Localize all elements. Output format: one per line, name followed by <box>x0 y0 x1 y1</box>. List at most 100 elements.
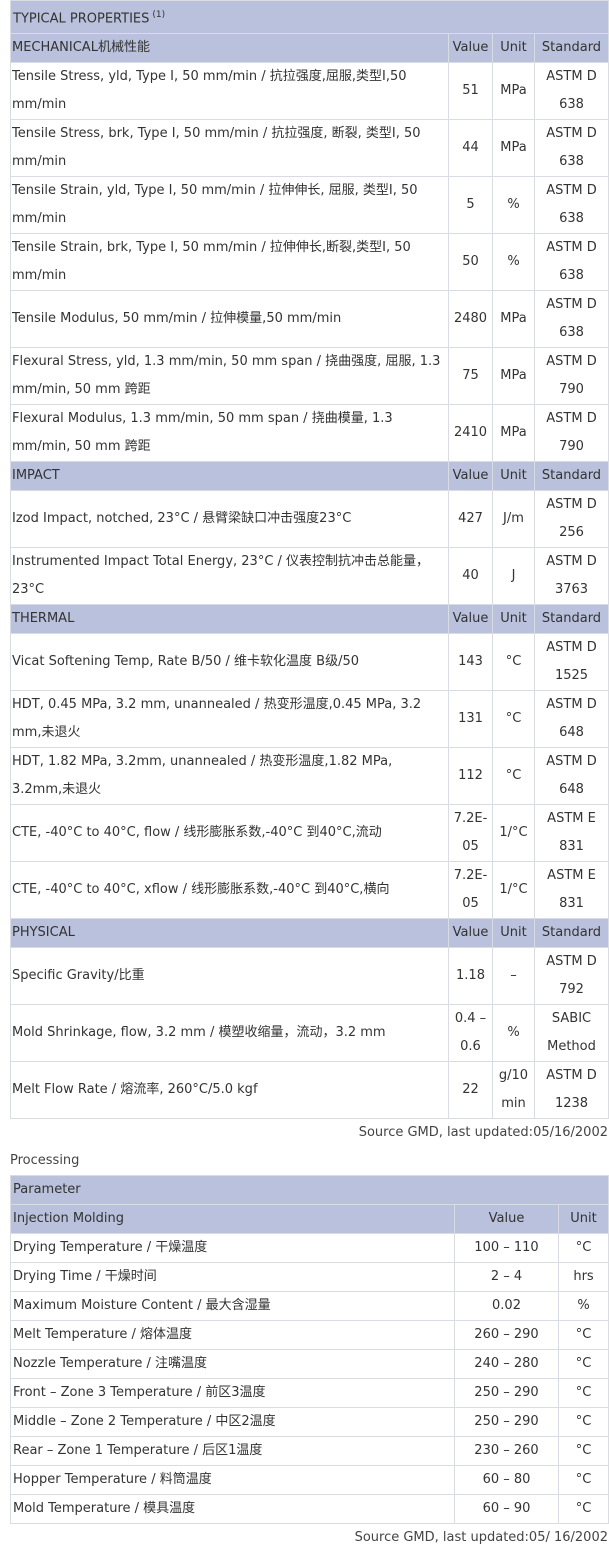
property-value: 1.18 <box>448 947 493 1006</box>
processing-unit: % <box>557 1291 609 1322</box>
property-unit: °C <box>492 747 535 806</box>
processing-value: 0.02 <box>454 1291 559 1322</box>
datasheet: TYPICAL PROPERTIES (1) MECHANICAL机械性能 Valu… <box>9 0 609 1552</box>
property-unit: 1/°C <box>492 804 535 863</box>
property-standard: ASTM D 790 <box>533 404 609 463</box>
property-standard: ASTM E 831 <box>533 804 609 863</box>
property-name: Izod Impact, notched, 23°C / 悬臂梁缺口冲击强度23… <box>10 490 449 549</box>
processing-parameter: Maximum Moisture Content / 最大含湿量 <box>10 1291 455 1322</box>
processing-unit: °C <box>557 1378 609 1409</box>
property-value: 50 <box>448 233 493 292</box>
property-name: HDT, 1.82 MPa, 3.2mm, unannealed / 热变形温度… <box>10 747 449 806</box>
processing-parameter: Middle – Zone 2 Temperature / 中区2温度 <box>10 1407 455 1438</box>
property-value: 75 <box>448 347 493 406</box>
typical-properties-table: TYPICAL PROPERTIES (1) MECHANICAL机械性能 Valu… <box>9 0 609 1120</box>
col-unit-header: Unit <box>492 33 535 64</box>
processing-unit: °C <box>557 1494 609 1525</box>
processing-parameter: Drying Time / 干燥时间 <box>10 1262 455 1293</box>
processing-parameter: Drying Temperature / 干燥温度 <box>10 1233 455 1264</box>
processing-unit: hrs <box>557 1262 609 1293</box>
processing-parameter: Melt Temperature / 熔体温度 <box>10 1320 455 1351</box>
processing-value: 60 – 90 <box>454 1494 559 1525</box>
property-value: 5 <box>448 176 493 235</box>
property-value: 112 <box>448 747 493 806</box>
property-row: CTE, -40°C to 40°C, xflow / 线形膨胀系数,-40°C… <box>10 861 609 920</box>
property-row: Flexural Modulus, 1.3 mm/min, 50 mm span… <box>10 404 609 463</box>
section-header-row: THERMAL Value Unit Standard <box>10 604 609 635</box>
property-value: 44 <box>448 119 493 178</box>
property-value: 40 <box>448 547 493 606</box>
property-row: Melt Flow Rate / 熔流率, 260°C/5.0 kgf 22 g/1… <box>10 1061 609 1120</box>
col-unit-header: Unit <box>492 461 535 492</box>
section-header-row: PHYSICAL Value Unit Standard <box>10 918 609 949</box>
processing-row: Nozzle Temperature / 注嘴温度 240 – 280 °C <box>10 1349 609 1380</box>
processing-unit: °C <box>557 1320 609 1351</box>
property-row: HDT, 0.45 MPa, 3.2 mm, unannealed / 热变形温… <box>10 690 609 749</box>
property-value: 2480 <box>448 290 493 349</box>
property-unit: MPa <box>492 404 535 463</box>
property-name: Tensile Strain, brk, Type I, 50 mm/min /… <box>10 233 449 292</box>
property-value: 2410 <box>448 404 493 463</box>
property-unit: MPa <box>492 347 535 406</box>
col-unit-header: Unit <box>492 604 535 635</box>
processing-parameter: Nozzle Temperature / 注嘴温度 <box>10 1349 455 1380</box>
property-row: CTE, -40°C to 40°C, flow / 线形膨胀系数,-40°C … <box>10 804 609 863</box>
property-unit: J <box>492 547 535 606</box>
property-value: 143 <box>448 633 493 692</box>
property-unit: MPa <box>492 119 535 178</box>
property-name: Vicat Softening Temp, Rate B/50 / 维卡软化温度… <box>10 633 449 692</box>
col-standard-header: Standard <box>533 604 609 635</box>
processing-section-name: Injection Molding <box>10 1204 455 1235</box>
property-row: HDT, 1.82 MPa, 3.2mm, unannealed / 热变形温度… <box>10 747 609 806</box>
property-value: 131 <box>448 690 493 749</box>
processing-parameter: Mold Temperature / 模具温度 <box>10 1494 455 1525</box>
property-value: 427 <box>448 490 493 549</box>
property-name: Tensile Stress, brk, Type I, 50 mm/min /… <box>10 119 449 178</box>
processing-row: Middle – Zone 2 Temperature / 中区2温度 250 –… <box>10 1407 609 1438</box>
properties-source-note: Source GMD, last updated:05/16/2002 <box>358 1125 608 1141</box>
property-standard: ASTM D 1238 <box>533 1061 609 1120</box>
property-standard: ASTM E 831 <box>533 861 609 920</box>
property-row: Specific Gravity/比重 1.18– ASTM D 792 <box>10 947 609 1006</box>
property-name: Melt Flow Rate / 熔流率, 260°C/5.0 kgf <box>10 1061 449 1120</box>
property-row: Instrumented Impact Total Energy, 23°C /… <box>10 547 609 606</box>
processing-row: Mold Temperature / 模具温度 60 – 90 °C <box>10 1494 609 1525</box>
section-name: PHYSICAL <box>10 918 449 949</box>
property-standard: ASTM D 638 <box>533 119 609 178</box>
section-name: MECHANICAL机械性能 <box>10 33 449 64</box>
property-standard: ASTM D 1525 <box>533 633 609 692</box>
property-row: Tensile Modulus, 50 mm/min / 拉伸模量,50 mm/… <box>10 290 609 349</box>
processing-header-row: Parameter <box>9 1175 609 1206</box>
property-standard: ASTM D 256 <box>533 490 609 549</box>
property-unit: J/m <box>492 490 535 549</box>
property-standard: ASTM D 3763 <box>533 547 609 606</box>
processing-value: 250 – 290 <box>454 1407 559 1438</box>
property-value: 51 <box>448 62 493 121</box>
property-name: Flexural Modulus, 1.3 mm/min, 50 mm span… <box>10 404 449 463</box>
processing-value: 240 – 280 <box>454 1349 559 1380</box>
processing-unit: °C <box>557 1233 609 1264</box>
property-value: 22 <box>448 1061 493 1120</box>
section-name: THERMAL <box>10 604 449 635</box>
properties-title: TYPICAL PROPERTIES <box>13 11 150 27</box>
processing-unit: °C <box>557 1349 609 1380</box>
property-name: Flexural Stress, yld, 1.3 mm/min, 50 mm … <box>10 347 449 406</box>
property-standard: ASTM D 638 <box>533 176 609 235</box>
property-unit: 1/°C <box>492 861 535 920</box>
col-value-header: Value <box>448 604 493 635</box>
processing-row: Drying Time / 干燥时间 2 – 4 hrs <box>10 1262 609 1293</box>
property-row: Flexural Stress, yld, 1.3 mm/min, 50 mm … <box>10 347 609 406</box>
processing-source-note: Source GMD, last updated:05/ 16/2002 <box>354 1530 608 1546</box>
property-name: Mold Shrinkage, flow, 3.2 mm / 模塑收缩量，流动，… <box>10 1004 449 1063</box>
processing-row: Drying Temperature / 干燥温度 100 – 110 °C <box>10 1233 609 1264</box>
property-unit: – <box>492 947 535 1006</box>
property-name: Tensile Strain, yld, Type I, 50 mm/min /… <box>10 176 449 235</box>
col-unit-header: Unit <box>492 918 535 949</box>
processing-parameter: Rear – Zone 1 Temperature / 后区1温度 <box>10 1436 455 1467</box>
property-standard: ASTM D 648 <box>533 747 609 806</box>
property-standard: SABIC Method <box>533 1004 609 1063</box>
processing-parameter: Hopper Temperature / 料筒温度 <box>10 1465 455 1496</box>
processing-section-row: Injection Molding Value Unit <box>10 1204 609 1235</box>
processing-row: Maximum Moisture Content / 最大含湿量 0.02% <box>10 1291 609 1322</box>
property-standard: ASTM D 638 <box>533 62 609 121</box>
